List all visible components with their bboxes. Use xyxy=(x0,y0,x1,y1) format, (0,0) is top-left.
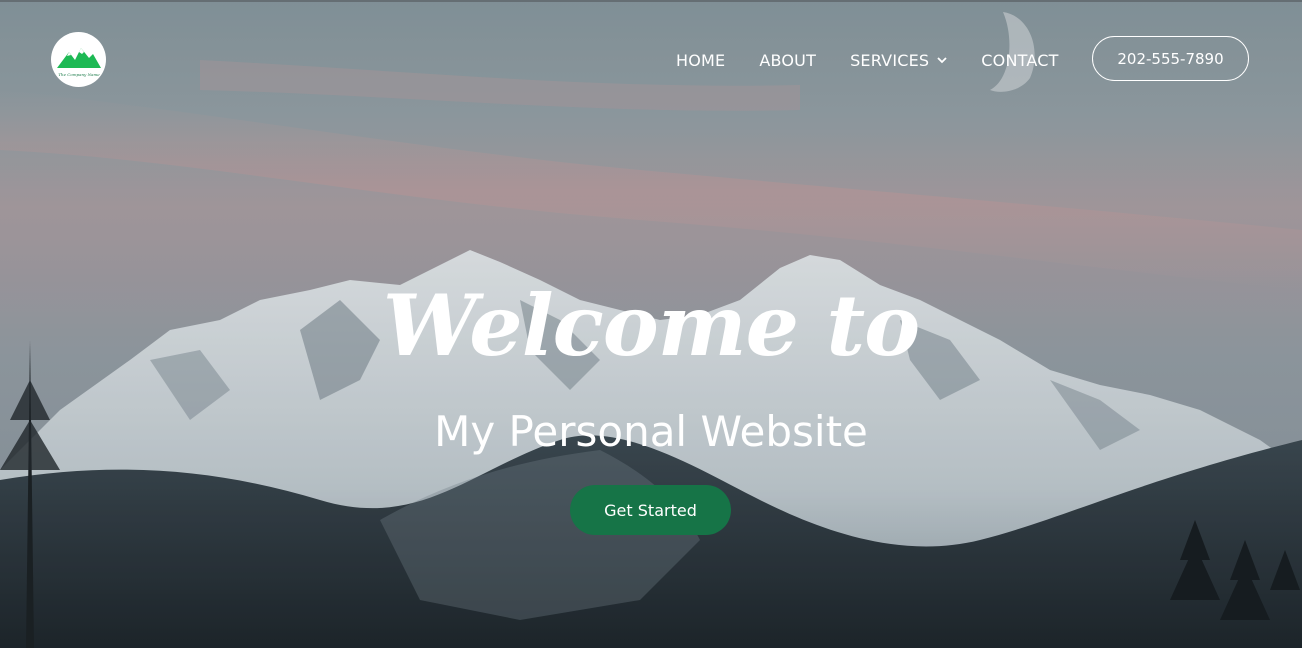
chevron-down-icon xyxy=(937,56,947,64)
nav-about[interactable]: ABOUT xyxy=(759,51,816,70)
hero-section: The Company Name HOME ABOUT SERVICES CON… xyxy=(0,0,1302,648)
hero-heading: Welcome to xyxy=(382,276,920,375)
nav-home[interactable]: HOME xyxy=(676,51,725,70)
phone-button[interactable]: 202-555-7890 xyxy=(1092,36,1249,81)
nav-contact[interactable]: CONTACT xyxy=(981,51,1058,70)
company-logo[interactable]: The Company Name xyxy=(51,32,106,87)
mountain-logo-icon: The Company Name xyxy=(56,47,101,77)
nav-services-label: SERVICES xyxy=(850,50,930,70)
hero-subheading: My Personal Website xyxy=(434,407,868,456)
nav-services[interactable]: SERVICES xyxy=(850,51,947,70)
get-started-button[interactable]: Get Started xyxy=(570,485,731,535)
main-navigation: HOME ABOUT SERVICES CONTACT xyxy=(676,49,1059,71)
logo-text: The Company Name xyxy=(58,72,100,77)
